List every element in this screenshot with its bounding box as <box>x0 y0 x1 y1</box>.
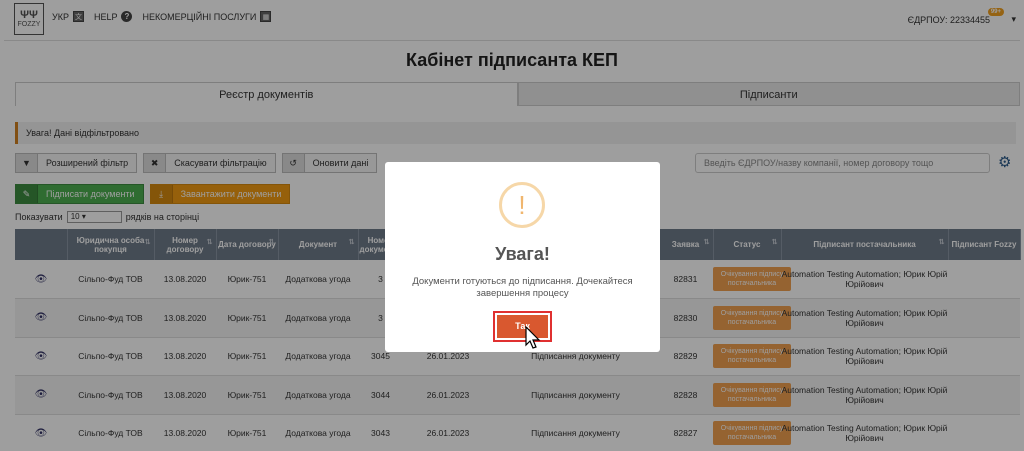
mouse-cursor-icon <box>525 326 541 349</box>
warning-icon: ! <box>499 182 545 228</box>
warning-dialog: ! Увага! Документи готуються до підписан… <box>385 162 660 352</box>
dialog-title: Увага! <box>495 244 550 264</box>
dialog-message: Документи готуються до підписання. Дочек… <box>412 276 633 299</box>
confirm-button[interactable]: Так <box>493 311 552 342</box>
